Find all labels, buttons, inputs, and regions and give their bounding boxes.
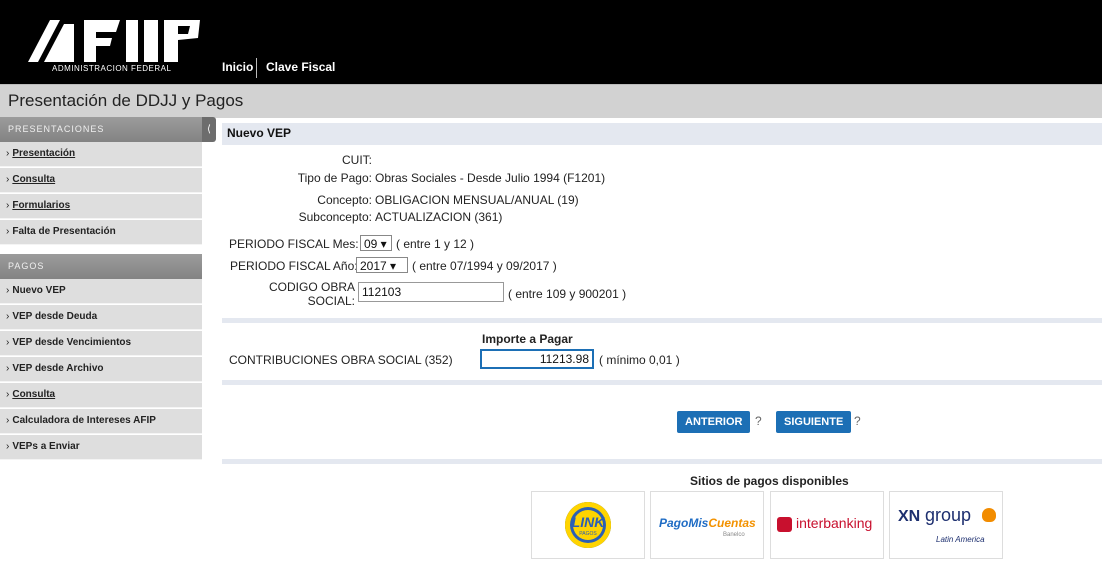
divider [222,380,1102,385]
sidebar-item-veps-enviar[interactable]: › VEPs a Enviar [0,435,202,460]
header: ADMINISTRACION FEDERAL Inicio Clave Fisc… [0,0,1102,84]
chevron-right-icon: › [6,311,10,322]
link-text: LINK [571,514,605,530]
logo-subtitle: ADMINISTRACION FEDERAL [52,64,172,73]
chevron-right-icon: › [6,174,10,185]
xn-flame-icon [982,508,996,522]
sidebar-item-consulta[interactable]: › Consulta [0,168,202,193]
divider [222,459,1102,464]
section-bar: Nuevo VEP [222,123,1102,145]
anio-hint: ( entre 07/1994 y 09/2017 ) [412,259,557,273]
chevron-right-icon: › [6,200,10,211]
pagomiscuentas-subtext: Banelco [723,532,745,538]
xn-subtext: Latin America [936,535,985,544]
divider [222,318,1102,323]
sidebar: PRESENTACIONES ⟨ › Presentación › Consulta… [0,117,218,566]
sidebar-item-vep-archivo[interactable]: › VEP desde Archivo [0,357,202,382]
sidebar-item-consulta-pagos[interactable]: › Consulta [0,383,202,408]
subconcepto-value: ACTUALIZACION (361) [375,210,503,224]
codigo-label-line1: CODIGO OBRA [268,280,355,294]
contribuciones-label: CONTRIBUCIONES OBRA SOCIAL (352) [229,353,453,367]
interbanking-icon [777,517,792,532]
importe-header: Importe a Pagar [482,332,573,346]
codigo-hint: ( entre 109 y 900201 ) [508,287,627,301]
anio-select[interactable]: 2017 ▾ [356,257,408,273]
nav-inicio[interactable]: Inicio [222,58,253,80]
link-pagos-logo[interactable]: LINK PAGOS [531,491,645,559]
codigo-label-line2: SOCIAL: [307,294,355,308]
sidebar-heading-pagos: PAGOS [0,254,202,279]
interbanking-text: interbanking [796,515,873,531]
page-title: Presentación de DDJJ y Pagos [8,91,244,110]
sidebar-item-vep-deuda[interactable]: › VEP desde Deuda [0,305,202,330]
importe-hint: ( mínimo 0,01 ) [599,353,680,367]
anio-label: PERIODO FISCAL Año: [230,259,358,273]
nav-separator [256,58,257,78]
chevron-right-icon: › [6,441,10,452]
codigo-obra-social-input[interactable]: 112103 [358,282,504,302]
section-title: Nuevo VEP [227,126,292,140]
chevron-right-icon: › [6,148,10,159]
group-text: group [925,505,972,525]
importe-input[interactable]: 11213.98 [480,349,594,369]
chevron-right-icon: › [6,226,10,237]
chevron-right-icon: › [6,285,10,296]
help-siguiente-icon[interactable]: ? [854,414,861,428]
chevron-right-icon: › [6,363,10,374]
chevron-right-icon: › [6,389,10,400]
anterior-button[interactable]: ANTERIOR [677,411,751,433]
sitios-title: Sitios de pagos disponibles [690,474,849,488]
sidebar-item-presentacion[interactable]: › Presentación [0,142,202,167]
tipo-pago-label: Tipo de Pago: [297,171,372,185]
chevron-right-icon: › [6,337,10,348]
mes-label: PERIODO FISCAL Mes: [229,237,359,251]
pagomiscuentas-text: PagoMisCuentas [659,516,756,530]
pagomiscuentas-logo[interactable]: PagoMisCuentas Banelco [650,491,764,559]
link-subtext: PAGOS [579,531,597,537]
title-bar: Presentación de DDJJ y Pagos [0,84,1102,118]
sidebar-item-formularios[interactable]: › Formularios [0,194,202,219]
chevron-right-icon: › [6,415,10,426]
sidebar-heading-presentaciones: PRESENTACIONES [0,117,202,142]
help-anterior-icon[interactable]: ? [755,414,762,428]
concepto-value: OBLIGACION MENSUAL/ANUAL (19) [375,193,579,207]
sidebar-item-nuevo-vep[interactable]: › Nuevo VEP [0,279,202,304]
sidebar-item-vep-vencimientos[interactable]: › VEP desde Vencimientos [0,331,202,356]
collapse-sidebar-button[interactable]: ⟨ [202,117,216,142]
xn-text: XN [898,508,921,525]
link-badge: LINK PAGOS [565,502,611,548]
subconcepto-label: Subconcepto: [298,210,372,224]
mes-select[interactable]: 09 ▾ [360,235,392,251]
xn-group-logo[interactable]: XN group Latin America [889,491,1003,559]
tipo-pago-value: Obras Sociales - Desde Julio 1994 (F1201… [375,171,606,185]
siguiente-button[interactable]: SIGUIENTE [776,411,852,433]
concepto-label: Concepto: [317,193,372,207]
afip-logo[interactable] [22,10,202,70]
sidebar-item-calculadora[interactable]: › Calculadora de Intereses AFIP [0,409,202,434]
mes-hint: ( entre 1 y 12 ) [396,237,475,251]
sidebar-item-falta-presentacion[interactable]: › Falta de Presentación [0,220,202,245]
chevron-left-icon: ⟨ [207,124,211,135]
interbanking-logo[interactable]: interbanking [770,491,884,559]
nav-clave-fiscal[interactable]: Clave Fiscal [266,58,335,80]
cuit-label: CUIT: [342,153,372,167]
main-content: Nuevo VEP CUIT: Tipo de Pago: Obras Soci… [222,117,1102,566]
